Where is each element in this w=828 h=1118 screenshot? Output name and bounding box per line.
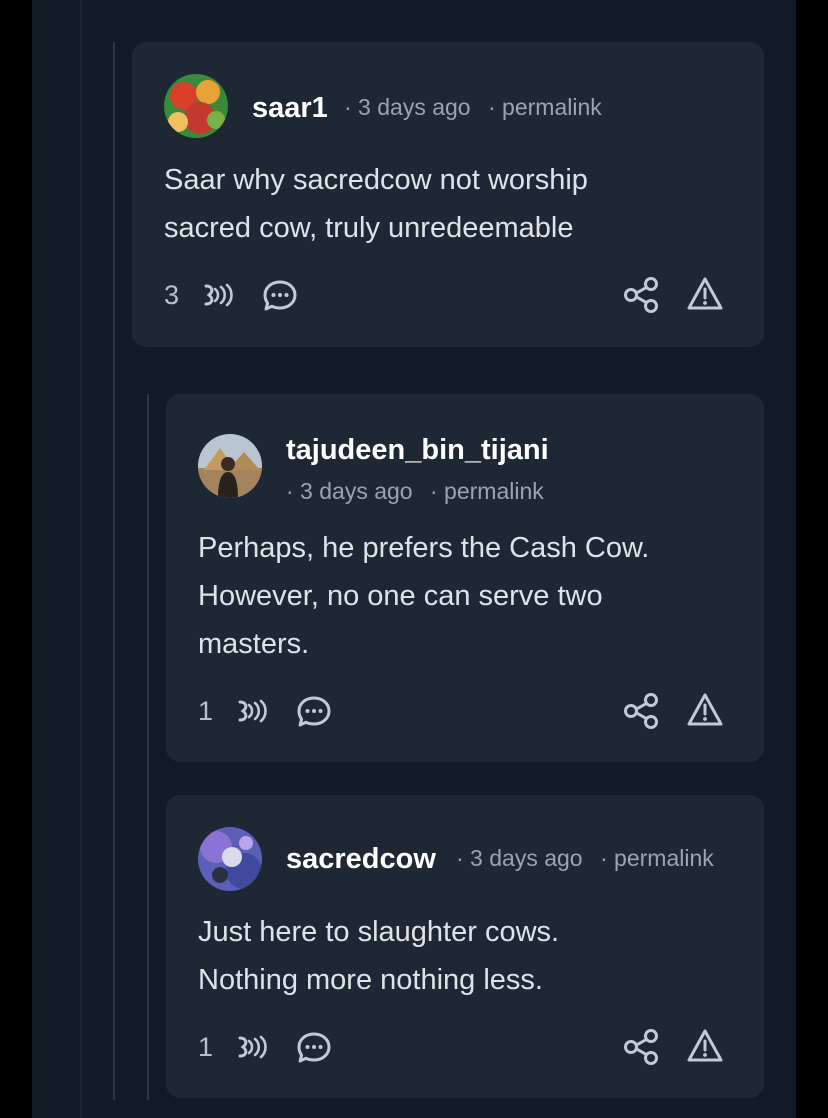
chat-bubble-icon[interactable] [296, 694, 332, 730]
comment-body: Perhaps, he prefers the Cash Cow. Howeve… [198, 524, 748, 668]
comment-line: Nothing more nothing less. [198, 964, 543, 996]
warning-triangle-icon[interactable] [686, 692, 724, 728]
thread-line-level-1[interactable] [113, 42, 115, 1100]
comment-line: However, no one can serve two [198, 580, 603, 612]
timestamp: · 3 days ago [286, 478, 413, 504]
timestamp: · 3 days ago [344, 94, 471, 120]
warning-triangle-icon[interactable] [686, 1028, 724, 1064]
vote-score: 1 [198, 1032, 214, 1062]
avatar[interactable] [198, 434, 262, 498]
chat-bubble-icon[interactable] [262, 278, 298, 314]
comment-card-saar1: saar1 · 3 days ago · permalink Saar why … [132, 42, 764, 347]
comment-line: masters. [198, 628, 310, 660]
share-icon[interactable] [622, 1028, 660, 1066]
username[interactable]: saar1 [252, 92, 328, 125]
share-icon[interactable] [622, 692, 660, 730]
share-icon[interactable] [622, 276, 660, 314]
vote-score: 3 [164, 280, 180, 310]
permalink-link[interactable]: · permalink [600, 845, 714, 872]
avatar[interactable] [164, 74, 228, 138]
vote-score: 1 [198, 696, 214, 726]
username[interactable]: sacredcow [286, 843, 436, 876]
timestamp: · 3 days ago [456, 845, 583, 871]
permalink-link[interactable]: · permalink [488, 94, 602, 121]
signal-waves-icon[interactable] [202, 282, 236, 308]
signal-waves-icon[interactable] [236, 1034, 270, 1060]
comment-line: Perhaps, he prefers the Cash Cow. [198, 532, 650, 564]
thread-line-outer[interactable] [80, 0, 82, 1118]
username[interactable]: tajudeen_bin_tijani [286, 434, 549, 467]
comment-card-tajudeen: tajudeen_bin_tijani · 3 days ago · perma… [166, 394, 764, 762]
comment-line: Just here to slaughter cows. [198, 916, 560, 948]
comment-line: sacred cow, truly unredeemable [164, 212, 574, 244]
comment-line: Saar why sacredcow not worship [164, 164, 588, 196]
comment-body: Just here to slaughter cows. Nothing mor… [198, 908, 748, 1004]
avatar[interactable] [198, 827, 262, 891]
chat-bubble-icon[interactable] [296, 1030, 332, 1066]
permalink-link[interactable]: · permalink [430, 478, 544, 505]
page: saar1 · 3 days ago · permalink Saar why … [0, 0, 828, 1118]
comment-body: Saar why sacredcow not worship sacred co… [164, 156, 744, 252]
warning-triangle-icon[interactable] [686, 276, 724, 312]
comment-card-sacredcow: sacredcow · 3 days ago · permalink Just … [166, 795, 764, 1098]
thread-line-level-2[interactable] [147, 394, 149, 1100]
signal-waves-icon[interactable] [236, 698, 270, 724]
